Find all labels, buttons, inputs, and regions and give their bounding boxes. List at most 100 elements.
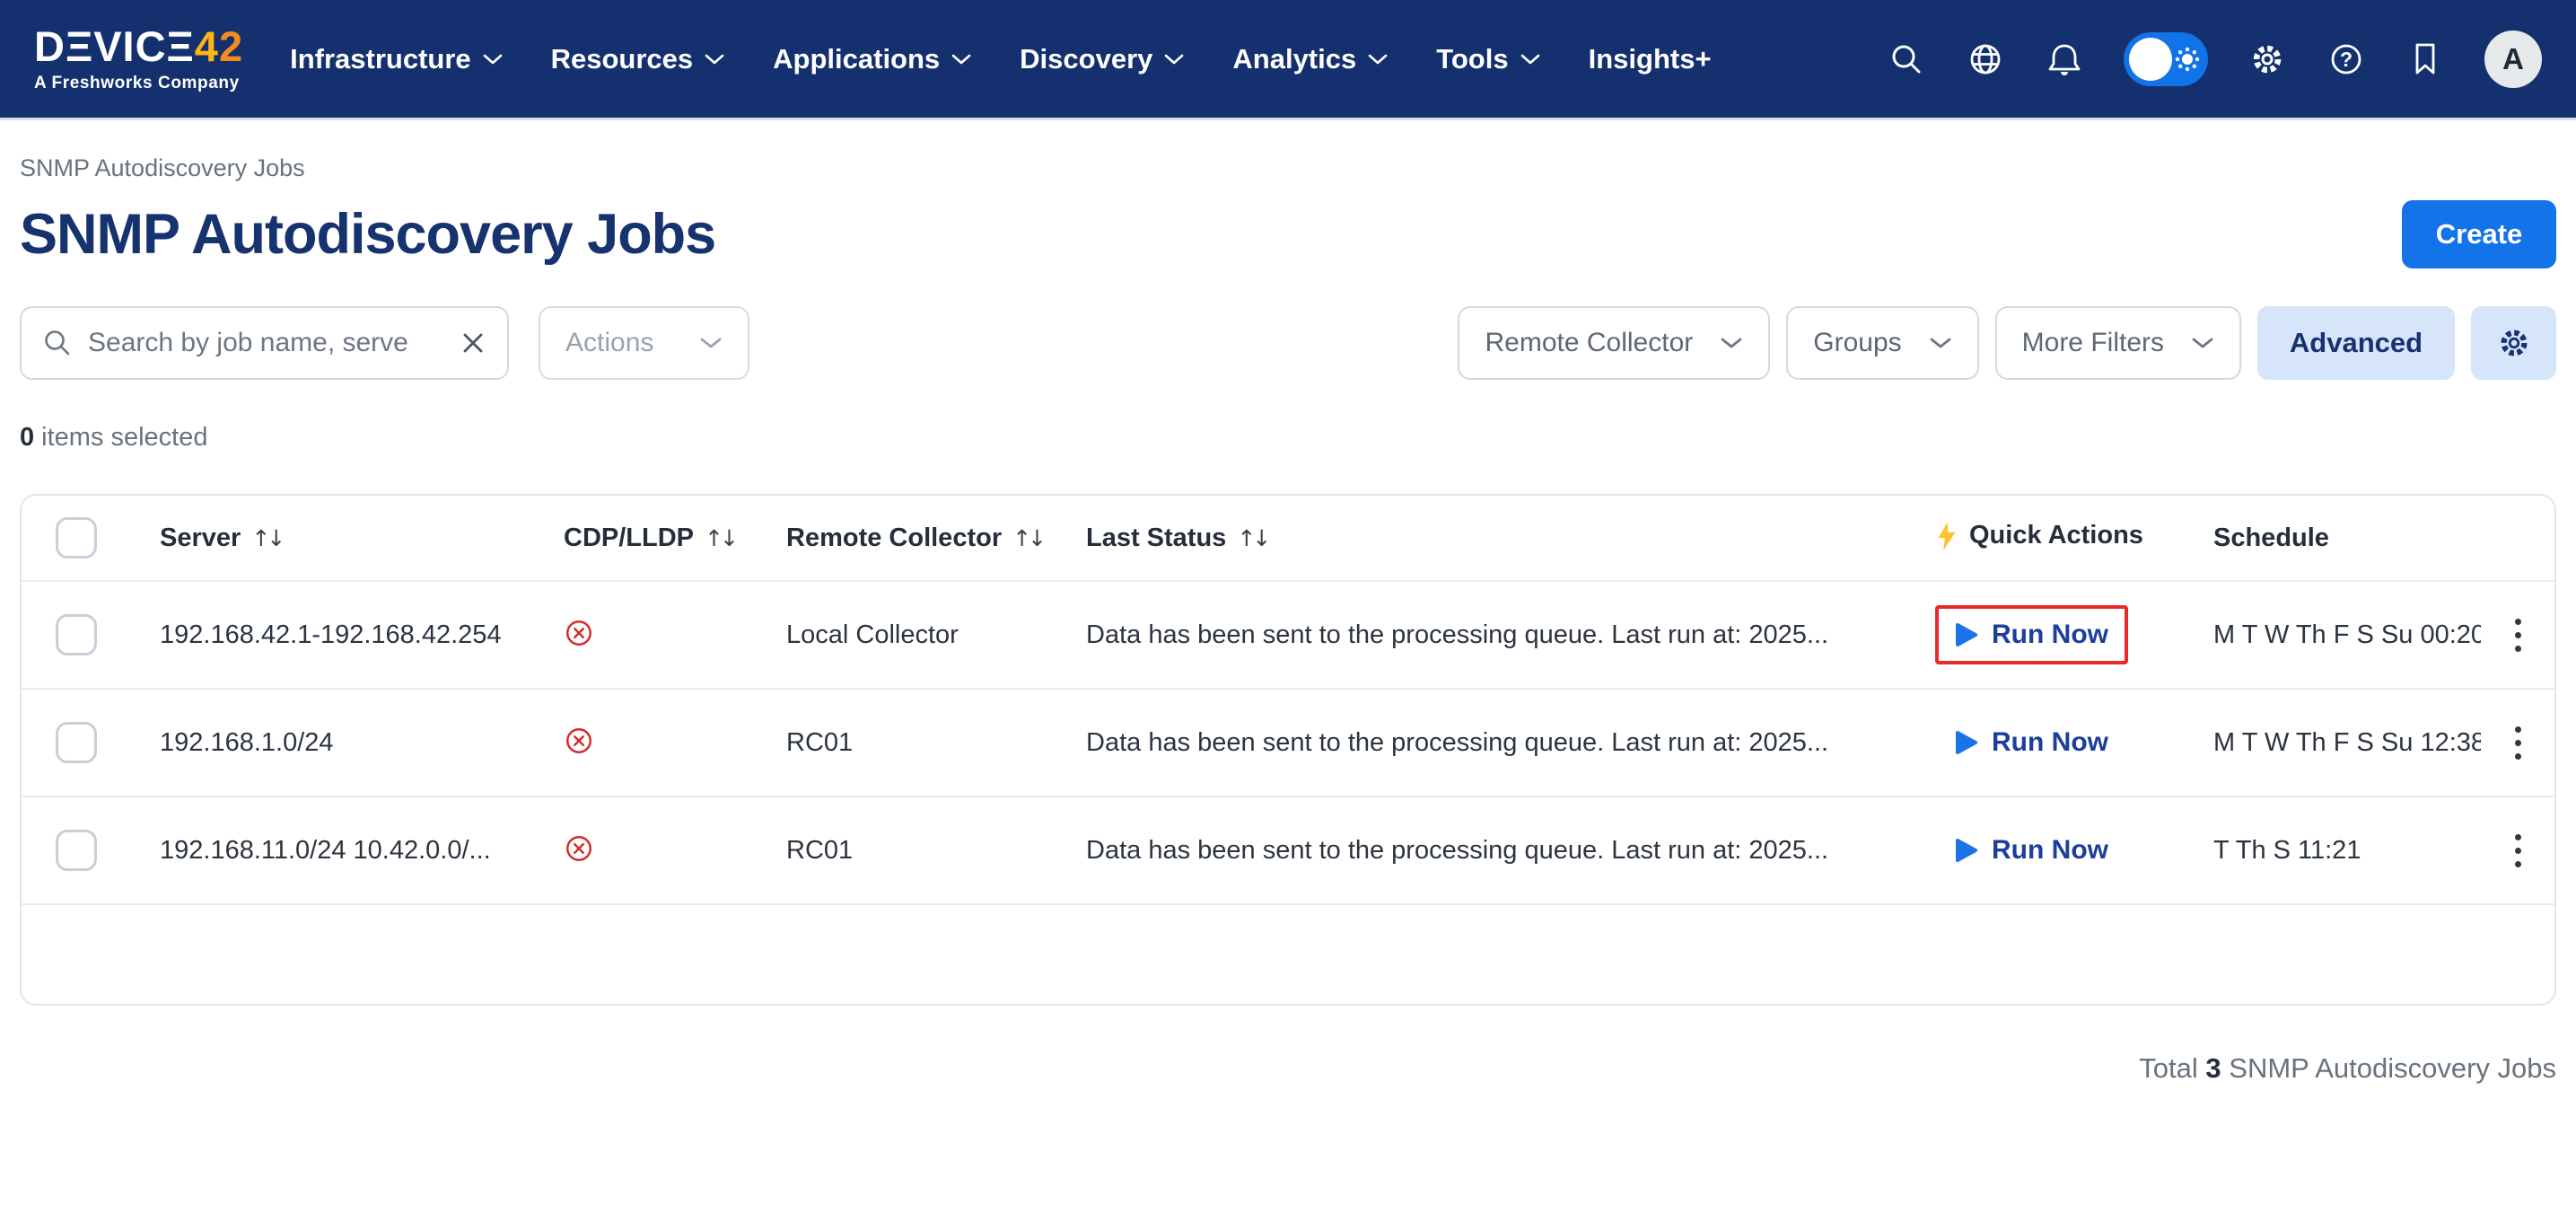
cdp-lldp-disabled-icon xyxy=(564,833,594,864)
run-now-button[interactable]: Run Now xyxy=(1935,605,2128,664)
row-checkbox[interactable] xyxy=(56,722,97,763)
table-row: 192.168.11.0/24 10.42.0.0/... RC01 Data … xyxy=(22,797,2554,905)
chevron-down-icon xyxy=(699,336,723,350)
search-icon xyxy=(41,327,74,359)
sort-icon[interactable]: ↑↓ xyxy=(251,525,282,551)
play-icon xyxy=(1955,729,1978,756)
device42-logo[interactable]: DΞVICΞ42 A Freshworks Company xyxy=(34,25,243,93)
run-now-button[interactable]: Run Now xyxy=(1935,821,2128,880)
column-header-server[interactable]: Server↑↓ xyxy=(160,523,282,553)
table-row: 192.168.42.1-192.168.42.254 Local Collec… xyxy=(22,582,2554,690)
search-input[interactable] xyxy=(88,328,444,358)
filter-groups[interactable]: Groups xyxy=(1786,306,1978,380)
nav-item-applications[interactable]: Applications xyxy=(773,43,971,75)
chevron-down-icon xyxy=(483,53,503,66)
theme-toggle[interactable] xyxy=(2124,32,2208,86)
play-icon xyxy=(1955,837,1978,864)
row-menu-kebab-icon[interactable] xyxy=(2506,717,2530,769)
create-button[interactable]: Create xyxy=(2402,200,2556,268)
nav-item-label: Infrastructure xyxy=(290,43,471,75)
column-header-quick-actions: Quick Actions xyxy=(1935,521,2143,551)
top-navigation-bar: DΞVICΞ42 A Freshworks Company Infrastruc… xyxy=(0,0,2576,120)
bell-icon[interactable] xyxy=(2045,40,2084,79)
bookmark-icon[interactable] xyxy=(2405,40,2445,79)
column-header-cdp-lldp[interactable]: CDP/LLDP↑↓ xyxy=(564,523,735,553)
column-header-schedule: Schedule xyxy=(2213,523,2329,553)
play-icon xyxy=(1955,621,1978,648)
jobs-table: Server↑↓ CDP/LLDP↑↓ Remote Collector↑↓ L… xyxy=(20,494,2556,1006)
chevron-down-icon xyxy=(1520,53,1540,66)
primary-nav-menu: Infrastructure Resources Applications Di… xyxy=(290,43,1711,75)
filter-label: Remote Collector xyxy=(1485,328,1693,358)
server-cell: 192.168.1.0/24 xyxy=(140,728,544,758)
gear-icon xyxy=(2495,324,2533,362)
page-content: SNMP Autodiscovery Jobs SNMP Autodiscove… xyxy=(0,154,2576,1085)
nav-item-label: Tools xyxy=(1436,43,1508,75)
logo-tagline: A Freshworks Company xyxy=(34,74,243,93)
remote-collector-cell: RC01 xyxy=(767,728,1066,758)
actions-label: Actions xyxy=(565,328,653,358)
nav-item-label: Resources xyxy=(551,43,694,75)
chevron-down-icon xyxy=(1368,53,1388,66)
sort-icon[interactable]: ↑↓ xyxy=(1237,525,1267,551)
actions-dropdown[interactable]: Actions xyxy=(539,306,749,380)
schedule-cell: T Th S 11:21 xyxy=(2194,836,2481,866)
schedule-cell: M T W Th F S Su 00:20 xyxy=(2194,620,2481,650)
last-status-cell: Data has been sent to the processing que… xyxy=(1066,728,1915,758)
search-icon[interactable] xyxy=(1887,40,1926,79)
chevron-down-icon xyxy=(1720,336,1743,350)
chevron-down-icon xyxy=(2191,336,2214,350)
selection-label: items selected xyxy=(41,423,207,452)
last-status-cell: Data has been sent to the processing que… xyxy=(1066,620,1915,650)
cdp-lldp-disabled-icon xyxy=(564,618,594,648)
column-header-last-status[interactable]: Last Status↑↓ xyxy=(1086,523,1267,553)
table-settings-button[interactable] xyxy=(2471,306,2556,380)
page-title: SNMP Autodiscovery Jobs xyxy=(20,202,715,267)
row-menu-kebab-icon[interactable] xyxy=(2506,610,2530,661)
total-count: 3 xyxy=(2205,1052,2221,1084)
nav-item-resources[interactable]: Resources xyxy=(551,43,725,75)
run-now-button[interactable]: Run Now xyxy=(1935,713,2128,772)
clear-search-icon[interactable] xyxy=(459,329,487,357)
filter-more-filters[interactable]: More Filters xyxy=(1995,306,2241,380)
help-icon[interactable]: ? xyxy=(2326,40,2366,79)
lightning-icon xyxy=(1935,521,1958,551)
avatar[interactable]: A xyxy=(2484,31,2542,88)
total-count-summary: Total 3 SNMP Autodiscovery Jobs xyxy=(20,1052,2556,1085)
sun-icon xyxy=(2174,46,2201,73)
nav-item-analytics[interactable]: Analytics xyxy=(1232,43,1388,75)
avatar-initial: A xyxy=(2502,42,2524,76)
search-box[interactable] xyxy=(20,306,509,380)
title-row: SNMP Autodiscovery Jobs Create xyxy=(20,200,2556,268)
chevron-down-icon xyxy=(705,53,724,66)
chevron-down-icon xyxy=(1164,53,1184,66)
nav-item-label: Analytics xyxy=(1232,43,1356,75)
filter-label: More Filters xyxy=(2022,328,2164,358)
server-cell: 192.168.42.1-192.168.42.254 xyxy=(140,620,544,650)
nav-item-label: Discovery xyxy=(1020,43,1152,75)
column-header-remote-collector[interactable]: Remote Collector↑↓ xyxy=(786,523,1043,553)
select-all-checkbox[interactable] xyxy=(56,517,97,559)
sort-icon[interactable]: ↑↓ xyxy=(705,525,735,551)
row-checkbox[interactable] xyxy=(56,830,97,871)
breadcrumb[interactable]: SNMP Autodiscovery Jobs xyxy=(20,154,2556,182)
row-menu-kebab-icon[interactable] xyxy=(2506,825,2530,876)
nav-item-tools[interactable]: Tools xyxy=(1436,43,1539,75)
server-cell: 192.168.11.0/24 10.42.0.0/... xyxy=(140,836,544,866)
svg-text:?: ? xyxy=(2340,48,2353,71)
nav-item-insights-plus[interactable]: Insights+ xyxy=(1589,43,1712,75)
nav-item-infrastructure[interactable]: Infrastructure xyxy=(290,43,503,75)
sort-icon[interactable]: ↑↓ xyxy=(1012,525,1043,551)
filter-cluster: Remote Collector Groups More Filters Adv… xyxy=(1458,306,2556,380)
selection-status: 0items selected xyxy=(20,423,2556,453)
remote-collector-cell: RC01 xyxy=(767,836,1066,866)
advanced-button[interactable]: Advanced xyxy=(2257,306,2455,380)
nav-item-discovery[interactable]: Discovery xyxy=(1020,43,1184,75)
gear-icon[interactable] xyxy=(2247,40,2287,79)
globe-icon[interactable] xyxy=(1966,40,2005,79)
chevron-down-icon xyxy=(951,53,971,66)
filter-remote-collector[interactable]: Remote Collector xyxy=(1458,306,1770,380)
row-checkbox[interactable] xyxy=(56,614,97,655)
toolbar: Actions Remote Collector Groups More Fil… xyxy=(20,306,2556,380)
selection-count: 0 xyxy=(20,423,34,452)
